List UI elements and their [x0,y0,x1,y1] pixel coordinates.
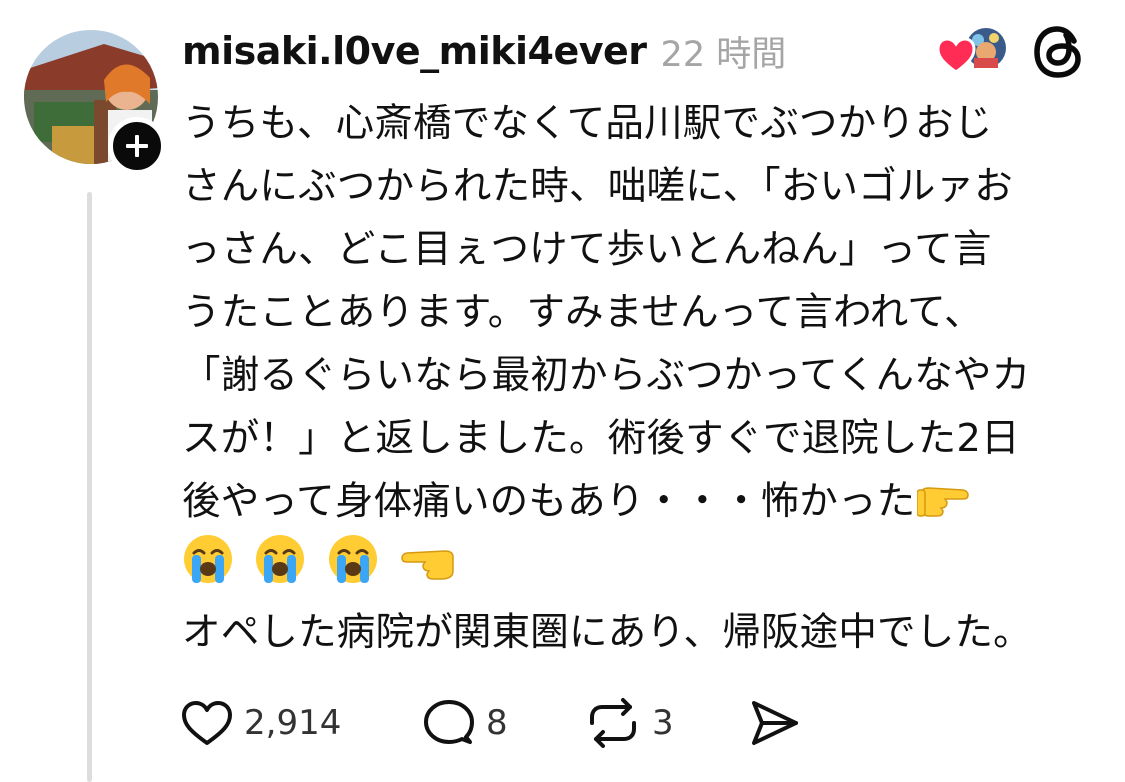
thread-connector-line [87,192,92,782]
comment-icon [424,700,474,744]
post-text-line: 後やって身体痛いのもあり・・・怖かった [182,479,916,524]
post-text-line: オペした病院が関東圏にあり、帰阪途中でした。 [182,610,1032,655]
post-header: misaki.l0ve_miki4ever 22 時間 [182,24,786,78]
loudly-crying-face-icon [256,535,305,583]
pointing-left-emoji-icon [401,550,455,580]
repost-icon [590,698,636,748]
post-action-bar: 2,914 8 3 [180,694,820,752]
repost-button[interactable]: 3 [584,694,674,752]
timestamp[interactable]: 22 時間 [661,26,787,77]
post-text-line-with-emoji: 後やって身体痛いのもあり・・・怖かった [182,470,1102,533]
post-text-line: うたことあります。すみませんって言われて、 [182,290,983,335]
post-body: うちも、心斎橋でなくて品川駅でぶつかりおじ さんにぶつかられた時、咄嗟に、「おい… [182,92,1102,664]
repost-count: 3 [652,703,674,743]
emoji-line [182,533,1102,596]
post-text-line: 「謝るぐらいなら最初からぶつかってくんなやカ [182,353,1031,398]
heart-icon [182,701,232,745]
reply-button[interactable]: 8 [422,694,508,752]
post-text-line: さんにぶつかられた時、咄嗟に、「おいゴルァお [182,164,1013,209]
like-count: 2,914 [244,703,342,743]
like-button[interactable]: 2,914 [180,694,341,752]
reply-count: 8 [486,703,508,743]
send-icon [752,701,798,745]
post-text-line: うちも、心斎橋でなくて品川駅でぶつかりおじ [182,101,993,146]
username[interactable]: misaki.l0ve_miki4ever [182,29,647,73]
post-text-line: っさん、どこ目ぇつけて歩いとんねん」って言 [182,227,992,272]
post-text-line: スが！」と返しました。術後すぐで退院した2日 [182,416,1020,461]
share-button[interactable] [748,694,802,752]
loudly-crying-face-icon [328,535,377,583]
plus-icon [126,135,148,157]
loudly-crying-face-icon [184,535,232,583]
threads-logo-icon[interactable] [1033,25,1083,79]
liked-heart-icon [936,37,976,74]
pointing-right-emoji-icon [917,487,970,517]
follow-button[interactable] [108,117,166,175]
liked-by-author-indicator[interactable] [936,24,1016,80]
